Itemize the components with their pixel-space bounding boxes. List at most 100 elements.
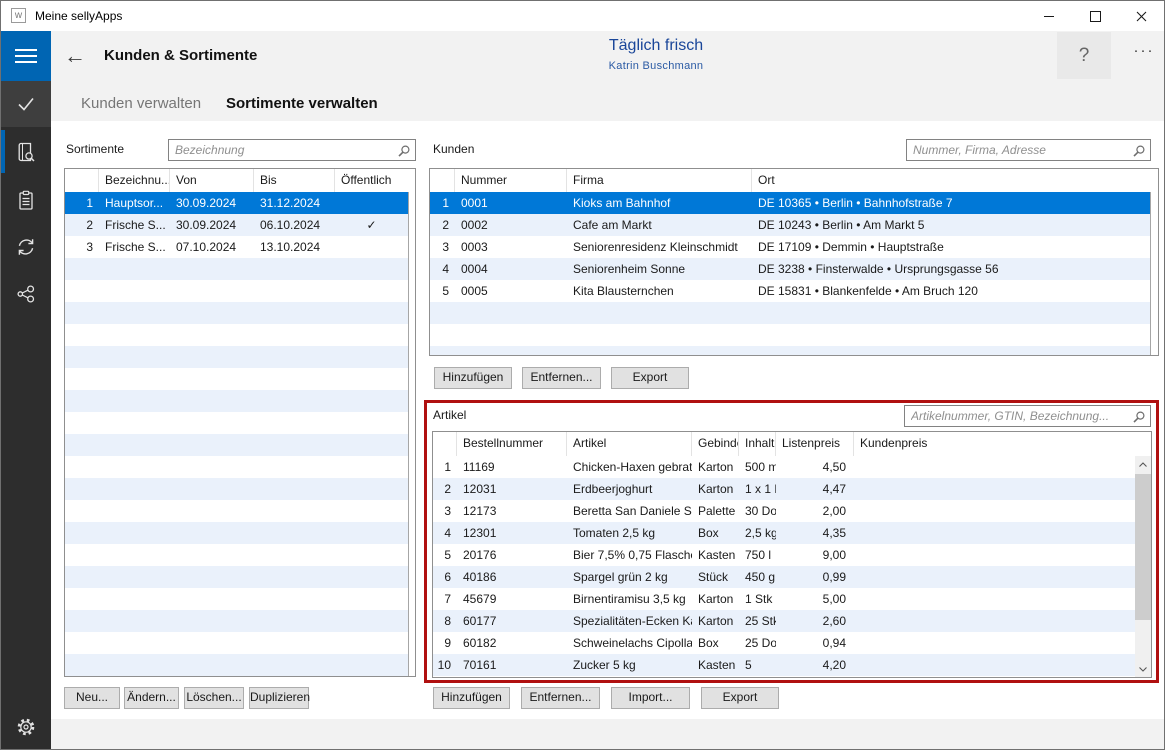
- column-header-firma[interactable]: Firma: [567, 169, 752, 192]
- table-row[interactable]: 50005Kita BlausternchenDE 15831 • Blanke…: [430, 280, 1150, 302]
- table-row[interactable]: 1Hauptsor...30.09.202431.12.2024: [65, 192, 408, 214]
- cell-von: [170, 588, 254, 610]
- column-header-von[interactable]: Von: [170, 169, 254, 192]
- column-header-oeffentlich[interactable]: Öffentlich: [335, 169, 415, 192]
- table-row[interactable]: 10001Kioks am BahnhofDE 10365 • Berlin •…: [430, 192, 1150, 214]
- tab-kunden-verwalten[interactable]: Kunden verwalten: [81, 95, 201, 112]
- table-row[interactable]: 2Frische S...30.09.202406.10.2024✓: [65, 214, 408, 236]
- kunden-export-button[interactable]: Export: [611, 367, 689, 389]
- cell-num: 8: [433, 610, 457, 632]
- scroll-up-button[interactable]: [1135, 456, 1151, 472]
- kunden-entfernen-button[interactable]: Entfernen...: [522, 367, 601, 389]
- back-button[interactable]: ←: [59, 40, 91, 72]
- hamburger-menu-button[interactable]: [1, 31, 51, 81]
- cell-bis: [254, 588, 335, 610]
- cell-bestellnummer: 70161: [457, 654, 567, 676]
- kunden-search-input[interactable]: [907, 140, 1136, 160]
- close-button[interactable]: [1118, 1, 1164, 31]
- kunden-hinzufuegen-button[interactable]: Hinzufügen: [434, 367, 512, 389]
- cell-ort: [752, 324, 1150, 346]
- artikel-table: Bestellnummer Artikel Gebinde Inhalt Lis…: [432, 431, 1152, 678]
- more-options-button[interactable]: ···: [1122, 42, 1165, 70]
- column-header-bestellnummer[interactable]: Bestellnummer: [457, 432, 567, 456]
- footer-strip: [51, 719, 1164, 750]
- tab-sortimente-verwalten[interactable]: Sortimente verwalten: [226, 95, 378, 112]
- sortimente-aendern-button[interactable]: Ändern...: [124, 687, 179, 709]
- cell-num: [65, 258, 99, 280]
- cell-bezeichnung: [99, 258, 170, 280]
- sortimente-duplizieren-button[interactable]: Duplizieren: [249, 687, 309, 709]
- sidebar-item-tasks[interactable]: [1, 81, 51, 127]
- cell-von: 07.10.2024: [170, 236, 254, 258]
- column-header-rownum[interactable]: [65, 169, 99, 192]
- table-row[interactable]: 412301Tomaten 2,5 kgBox2,5 kg4,35: [433, 522, 1135, 544]
- help-button[interactable]: ?: [1057, 32, 1111, 79]
- table-row[interactable]: 860177Spezialitäten-Ecken KäsesahneKarto…: [433, 610, 1135, 632]
- column-header-rownum[interactable]: [433, 432, 457, 456]
- sortimente-loeschen-button[interactable]: Löschen...: [184, 687, 244, 709]
- table-row[interactable]: 111169Chicken-Haxen gebraten 1,5 ...Kart…: [433, 456, 1135, 478]
- column-header-nummer[interactable]: Nummer: [455, 169, 567, 192]
- sortimente-neu-button[interactable]: Neu...: [64, 687, 120, 709]
- column-header-gebinde[interactable]: Gebinde: [692, 432, 739, 456]
- artikel-scrollbar[interactable]: [1135, 456, 1151, 677]
- sortimente-table-body: 1Hauptsor...30.09.202431.12.20242Frische…: [65, 192, 408, 676]
- table-row[interactable]: 745679Birnentiramisu 3,5 kgKarton1 Stk5,…: [433, 588, 1135, 610]
- column-header-bezeichnung[interactable]: Bezeichnu...: [99, 169, 170, 192]
- maximize-button[interactable]: [1072, 1, 1118, 31]
- scroll-down-button[interactable]: [1135, 661, 1151, 677]
- artikel-import-button[interactable]: Import...: [611, 687, 690, 709]
- column-header-ort[interactable]: Ort: [752, 169, 1158, 192]
- cell-bezeichnung: [99, 346, 170, 368]
- sidebar-item-sync[interactable]: [1, 223, 51, 270]
- cell-artikel: Beretta San Daniele Schinken ...: [567, 500, 692, 522]
- cell-von: 30.09.2024: [170, 192, 254, 214]
- artikel-hinzufuegen-button[interactable]: Hinzufügen: [433, 687, 510, 709]
- cell-von: [170, 522, 254, 544]
- cell-gebinde: Kasten: [692, 654, 739, 676]
- column-header-inhalt[interactable]: Inhalt: [739, 432, 776, 456]
- cell-inhalt: 2,5 kg: [739, 522, 776, 544]
- cell-von: [170, 434, 254, 456]
- table-row[interactable]: 960182Schweinelachs Cipolla 50x140gBox25…: [433, 632, 1135, 654]
- table-row[interactable]: 520176Bier 7,5% 0,75 FlaschenKasten750 l…: [433, 544, 1135, 566]
- cell-gebinde: Palette: [692, 500, 739, 522]
- cell-kundenpreis: [854, 456, 1135, 478]
- artikel-export-button[interactable]: Export: [701, 687, 779, 709]
- table-row[interactable]: 640186Spargel grün 2 kgStück450 g0,99: [433, 566, 1135, 588]
- table-row[interactable]: 30003Seniorenresidenz KleinschmidtDE 171…: [430, 236, 1150, 258]
- table-row[interactable]: 3Frische S...07.10.202413.10.2024: [65, 236, 408, 258]
- sidebar-item-settings[interactable]: [1, 703, 51, 750]
- column-header-listenpreis[interactable]: Listenpreis: [776, 432, 854, 456]
- table-row[interactable]: 212031ErdbeerjoghurtKarton1 x 1 Ki...4,4…: [433, 478, 1135, 500]
- cell-bestellnummer: 40186: [457, 566, 567, 588]
- column-header-rownum[interactable]: [430, 169, 455, 192]
- cell-von: [170, 544, 254, 566]
- cell-oeffentlich: [335, 456, 408, 478]
- cell-artikel: Chicken-Haxen gebraten 1,5 ...: [567, 456, 692, 478]
- artikel-search-input[interactable]: [905, 406, 1136, 426]
- table-row[interactable]: 312173Beretta San Daniele Schinken ...Pa…: [433, 500, 1135, 522]
- sidebar-item-kunden-sortimente[interactable]: [1, 127, 51, 176]
- cell-artikel: Bier 7,5% 0,75 Flaschen: [567, 544, 692, 566]
- cell-bestellnummer: 20176: [457, 544, 567, 566]
- cell-oeffentlich: [335, 412, 408, 434]
- cell-nummer: [455, 346, 567, 355]
- table-row[interactable]: 20002Cafe am MarktDE 10243 • Berlin • Am…: [430, 214, 1150, 236]
- column-header-bis[interactable]: Bis: [254, 169, 335, 192]
- artikel-entfernen-button[interactable]: Entfernen...: [521, 687, 600, 709]
- cell-bezeichnung: [99, 522, 170, 544]
- cell-ort: DE 3238 • Finsterwalde • Ursprungsgasse …: [752, 258, 1150, 280]
- sidebar-item-share[interactable]: [1, 270, 51, 317]
- sortimente-search-input[interactable]: [169, 140, 401, 160]
- cell-gebinde: Karton: [692, 610, 739, 632]
- column-header-kundenpreis[interactable]: Kundenpreis: [854, 432, 1151, 456]
- sync-icon: [14, 235, 38, 259]
- cell-oeffentlich: [335, 654, 408, 676]
- scrollbar-thumb[interactable]: [1135, 474, 1151, 620]
- sidebar-item-clipboard[interactable]: [1, 176, 51, 223]
- table-row[interactable]: 1070161Zucker 5 kgKasten54,20: [433, 654, 1135, 676]
- table-row[interactable]: 40004Seniorenheim SonneDE 3238 • Finster…: [430, 258, 1150, 280]
- minimize-button[interactable]: [1026, 1, 1072, 31]
- column-header-artikel[interactable]: Artikel: [567, 432, 692, 456]
